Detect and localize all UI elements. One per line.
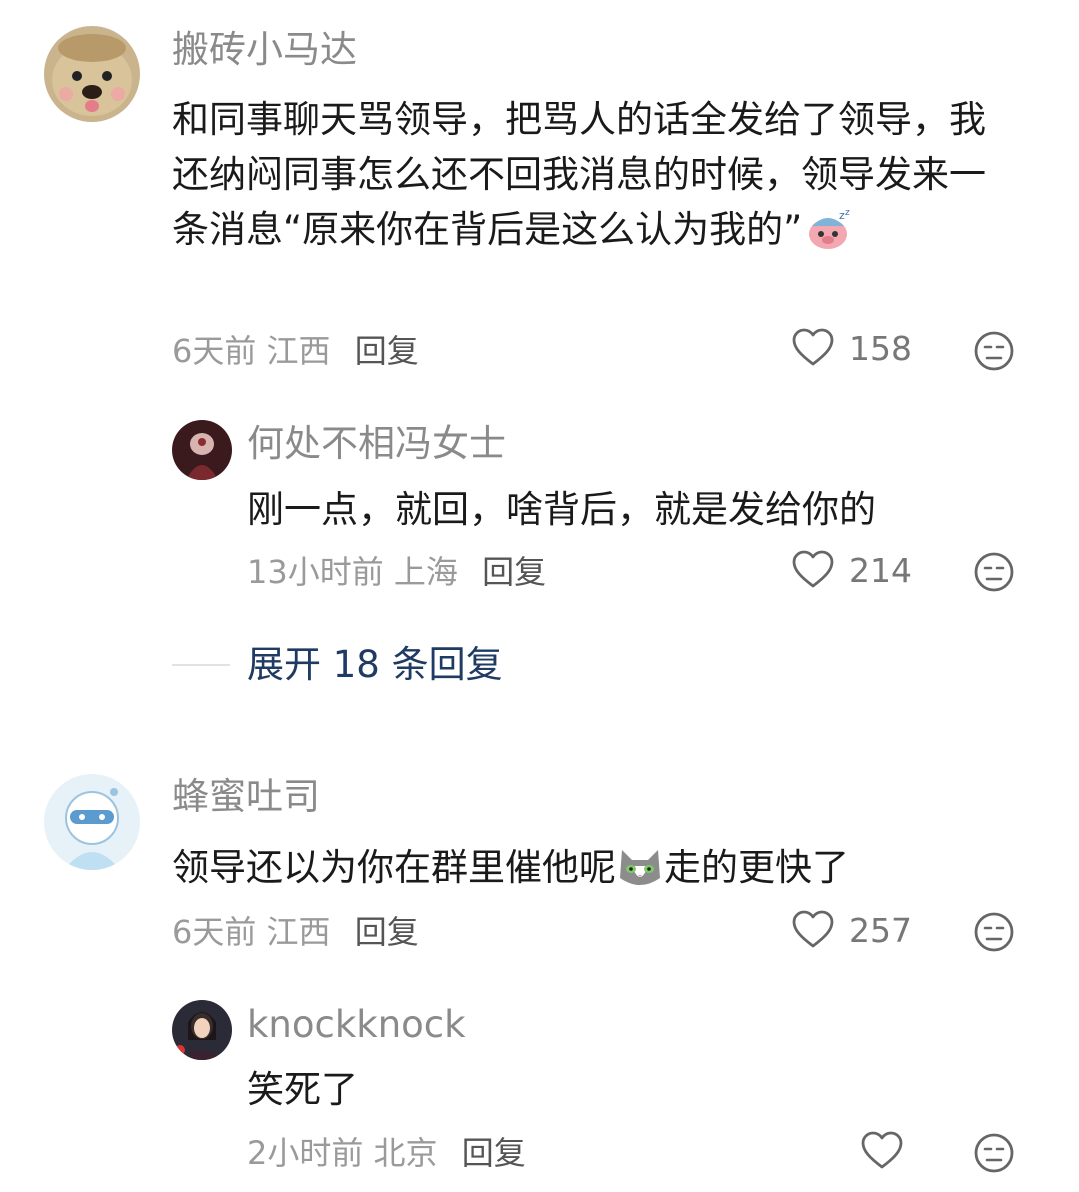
comment-location: 江西 xyxy=(266,913,331,951)
comment-content: 领导还以为你在群里催他呢 走的更快了 xyxy=(172,840,1032,903)
expand-divider xyxy=(172,664,230,666)
reply-button[interactable]: 回复 xyxy=(355,332,419,370)
comment-text-continued: 走的更快了 xyxy=(664,846,849,889)
dislike-face-icon[interactable] xyxy=(973,911,1015,957)
reply-meta: 2小时前 北京 回复 xyxy=(247,1133,526,1173)
dislike-face-icon[interactable] xyxy=(973,1132,1015,1178)
comment-meta: 6天前 江西 回复 xyxy=(172,912,419,952)
like-button[interactable] xyxy=(860,1131,904,1171)
like-button[interactable]: 214 xyxy=(791,550,912,590)
dislike-face-icon[interactable] xyxy=(973,330,1015,376)
comment-text: 领导还以为你在群里催他呢 xyxy=(172,846,616,889)
reply-button[interactable]: 回复 xyxy=(355,913,419,951)
comment-meta: 6天前 江西 回复 xyxy=(172,331,419,371)
avatar-reply-2[interactable] xyxy=(172,1000,232,1060)
like-count: 158 xyxy=(849,328,912,368)
like-button[interactable]: 257 xyxy=(791,910,912,950)
svg-text:z: z xyxy=(845,208,850,218)
avatar-reply-1[interactable] xyxy=(172,420,232,480)
reply-button[interactable]: 回复 xyxy=(462,1134,526,1172)
reply-location: 上海 xyxy=(393,553,458,591)
reply-username[interactable]: 何处不相冯女士 xyxy=(247,422,506,466)
sleepy-pig-emoji-icon: z z xyxy=(806,208,852,265)
reply-time: 2小时前 xyxy=(247,1134,364,1172)
comment-location: 江西 xyxy=(266,332,331,370)
heart-outline-icon xyxy=(860,1131,904,1171)
cat-emoji-icon xyxy=(616,844,664,903)
reply-location: 北京 xyxy=(373,1134,438,1172)
heart-outline-icon xyxy=(791,910,835,950)
comment-text: 和同事聊天骂领导，把骂人的话全发给了领导，我还纳闷同事怎么还不回我消息的时候，领… xyxy=(172,98,986,251)
expand-replies-button[interactable]: 展开 18 条回复 xyxy=(247,643,503,687)
comment-username[interactable]: 蜂蜜吐司 xyxy=(172,775,320,819)
avatar-comment-2[interactable] xyxy=(44,774,140,870)
reply-time: 13小时前 xyxy=(247,553,384,591)
like-count: 257 xyxy=(849,910,912,950)
reply-username[interactable]: knockknock xyxy=(247,1003,466,1047)
like-count: 214 xyxy=(849,550,912,590)
reply-button[interactable]: 回复 xyxy=(482,553,546,591)
avatar-comment-1[interactable] xyxy=(44,26,140,122)
reply-content: 笑死了 xyxy=(247,1068,358,1111)
comment-time: 6天前 xyxy=(172,332,257,370)
like-button[interactable]: 158 xyxy=(791,328,912,368)
dislike-face-icon[interactable] xyxy=(973,551,1015,597)
comment-time: 6天前 xyxy=(172,913,257,951)
reply-meta: 13小时前 上海 回复 xyxy=(247,552,546,592)
heart-outline-icon xyxy=(791,328,835,368)
reply-content: 刚一点，就回，啥背后，就是发给你的 xyxy=(247,488,876,531)
comment-content: 和同事聊天骂领导，把骂人的话全发给了领导，我还纳闷同事怎么还不回我消息的时候，领… xyxy=(172,92,1022,265)
comment-username[interactable]: 搬砖小马达 xyxy=(172,28,357,72)
heart-outline-icon xyxy=(791,550,835,590)
